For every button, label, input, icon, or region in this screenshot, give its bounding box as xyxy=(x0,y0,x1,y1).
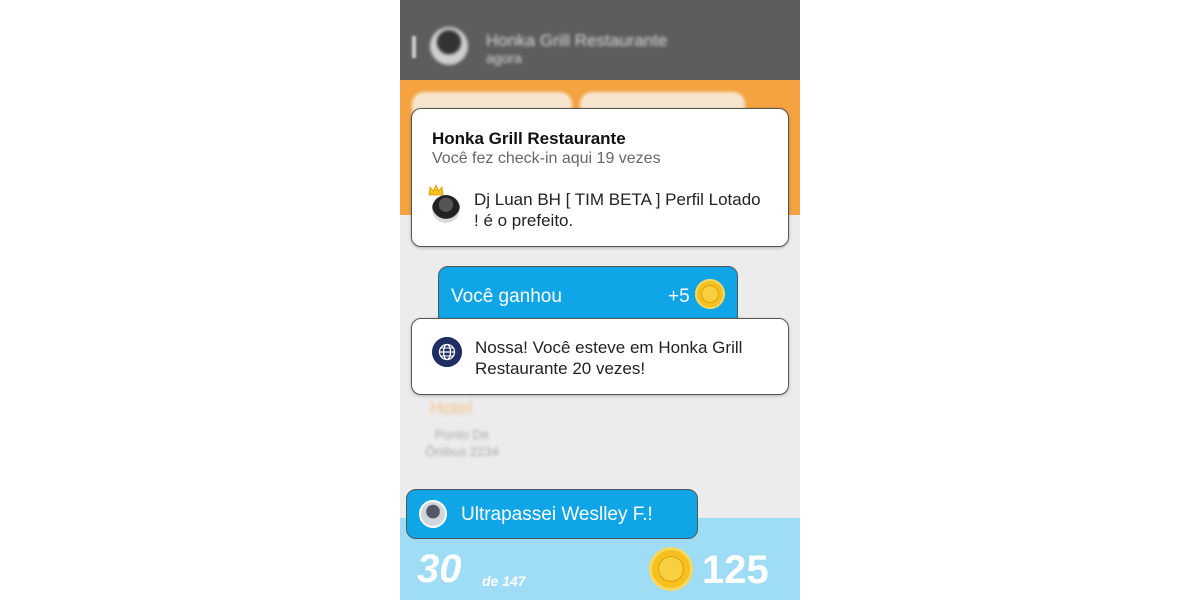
background-place-label: Ponto De Ônibus 2234 xyxy=(425,427,499,459)
overtake-text: Ultrapassei Weslley F.! xyxy=(461,504,653,525)
earned-amount: +5 xyxy=(668,286,690,307)
overtake-toast[interactable]: Ultrapassei Weslley F.! xyxy=(406,489,698,539)
rank-total: de 147 xyxy=(482,573,526,589)
crown-icon xyxy=(428,184,444,196)
background-header-time: agora xyxy=(486,50,522,66)
achievement-message-card[interactable]: Nossa! Você esteve em Honka Grill Restau… xyxy=(411,318,789,395)
mayor-text: Dj Luan BH [ TIM BETA ] Perfil Lotado ! … xyxy=(474,190,761,230)
coin-total: 125 xyxy=(702,548,769,592)
coin-icon xyxy=(695,279,725,309)
drawer-handle-icon xyxy=(412,36,416,58)
earned-label: Você ganhou xyxy=(451,286,562,307)
checkin-card[interactable]: Honka Grill Restaurante Você fez check-i… xyxy=(411,108,789,247)
checkin-count: Você fez check-in aqui 19 vezes xyxy=(432,150,661,167)
globe-icon xyxy=(432,337,462,367)
background-header-title: Honka Grill Restaurante xyxy=(486,31,668,50)
background-header: Honka Grill Restaurante agora xyxy=(400,0,800,80)
mayor-avatar[interactable] xyxy=(432,195,460,223)
venue-name: Honka Grill Restaurante xyxy=(432,129,626,148)
coin-icon xyxy=(649,547,693,591)
rank-value: 30 xyxy=(417,547,462,591)
background-hotel-label: Hotel xyxy=(430,398,473,418)
app-screen: Honka Grill Restaurante agora Hotel Pont… xyxy=(400,0,800,600)
venue-avatar xyxy=(430,27,468,65)
friend-avatar xyxy=(419,500,447,528)
earned-card: Você ganhou +5 xyxy=(438,266,738,326)
achievement-message: Nossa! Você esteve em Honka Grill Restau… xyxy=(475,338,743,378)
